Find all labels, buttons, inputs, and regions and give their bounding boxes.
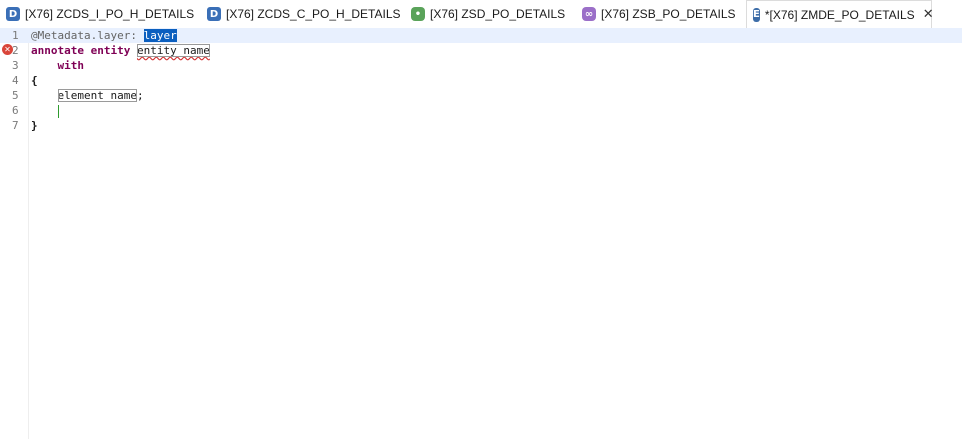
editor-tab-bar: D [X76] ZCDS_I_PO_H_DETAILS D [X76] ZCDS… — [0, 0, 962, 28]
line-content[interactable]: element name; — [31, 88, 144, 103]
line-number: 2 — [12, 44, 19, 57]
line-number: 6 — [12, 104, 19, 117]
code-line[interactable]: 1 @Metadata.layer: layer — [0, 28, 962, 43]
entity-name-placeholder[interactable]: entity name — [136, 44, 210, 57]
code-line[interactable]: 4 { — [0, 73, 962, 88]
tab-label: [X76] ZCDS_I_PO_H_DETAILS — [25, 7, 195, 21]
line-content[interactable]: @Metadata.layer: layer — [31, 28, 177, 43]
line-number: 7 — [12, 119, 19, 132]
keyword: annotate — [31, 44, 84, 57]
tab-zcds-c-po-h-details[interactable]: D [X76] ZCDS_C_PO_H_DETAILS — [207, 0, 401, 28]
line-content[interactable] — [31, 103, 59, 118]
code-line[interactable]: 3 with — [0, 58, 962, 73]
line-number: 4 — [12, 74, 19, 87]
code-line[interactable]: 5 element name; — [0, 88, 962, 103]
keyword: entity — [90, 44, 131, 57]
metadata-extension-icon: E — [753, 7, 760, 22]
ddl-source-icon: D — [6, 7, 20, 21]
line-number: 5 — [12, 89, 19, 102]
tab-label: [X76] ZCDS_C_PO_H_DETAILS — [226, 7, 401, 21]
tab-zcds-i-po-h-details[interactable]: D [X76] ZCDS_I_PO_H_DETAILS — [6, 0, 194, 28]
code-line[interactable]: 7 } — [0, 118, 962, 133]
tab-zsd-po-details[interactable]: • [X76] ZSD_PO_DETAILS — [411, 0, 565, 28]
code-line[interactable]: ✕ 2 annotate entity entity name — [0, 43, 962, 58]
ddl-source-icon: D — [207, 7, 221, 21]
text-cursor — [57, 104, 59, 118]
close-brace: } — [31, 119, 38, 132]
close-icon[interactable]: ✕ — [923, 8, 934, 21]
line-content[interactable]: } — [31, 118, 38, 133]
tab-label: *[X76] ZMDE_PO_DETAILS — [764, 7, 915, 22]
tab-zsb-po-details[interactable]: ∞ [X76] ZSB_PO_DETAILS — [582, 0, 736, 28]
semicolon: ; — [136, 89, 144, 102]
selected-placeholder[interactable]: layer — [143, 29, 177, 42]
open-brace: { — [31, 74, 38, 87]
line-number: 1 — [12, 29, 19, 42]
line-content[interactable]: { — [31, 73, 38, 88]
service-definition-icon: • — [411, 7, 425, 21]
tab-label: [X76] ZSB_PO_DETAILS — [601, 7, 736, 21]
service-binding-icon: ∞ — [582, 7, 596, 21]
line-content[interactable]: annotate entity entity name — [31, 43, 210, 58]
code-editor[interactable]: 1 @Metadata.layer: layer ✕ 2 annotate en… — [0, 28, 962, 439]
tab-zmde-po-details[interactable]: E *[X76] ZMDE_PO_DETAILS ✕ — [746, 0, 934, 28]
annotation-text: @Metadata.layer: — [31, 29, 144, 42]
line-content[interactable]: with — [31, 58, 85, 73]
keyword: with — [57, 59, 85, 72]
code-line[interactable]: 6 — [0, 103, 962, 118]
line-number: 3 — [12, 59, 19, 72]
element-name-placeholder[interactable]: element name — [57, 89, 137, 102]
tab-label: [X76] ZSD_PO_DETAILS — [430, 7, 566, 21]
